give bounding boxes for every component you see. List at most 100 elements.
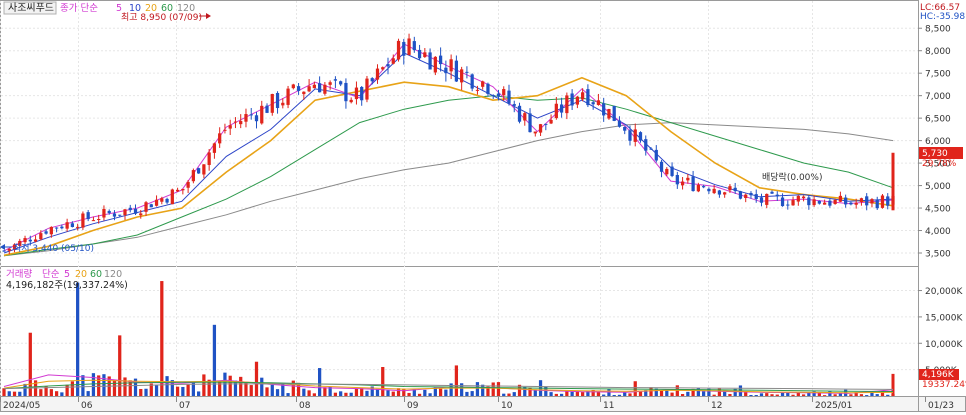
volume-bar xyxy=(554,393,558,396)
volume-bar xyxy=(686,391,690,396)
volume-last-pct: 19337.24% xyxy=(922,380,966,390)
x-tick-label: 08 xyxy=(299,401,311,411)
volume-bar xyxy=(623,392,627,396)
candle xyxy=(822,202,827,205)
volume-bar xyxy=(102,374,106,396)
volume-bar xyxy=(244,382,248,396)
x-tick-label: 2024/05 xyxy=(3,401,40,411)
candle xyxy=(154,199,159,206)
candle xyxy=(307,86,311,92)
candle xyxy=(128,207,132,211)
candle xyxy=(859,198,864,202)
volume-bar xyxy=(849,394,853,396)
volume-bar xyxy=(154,385,159,396)
volume-bar xyxy=(775,394,779,396)
volume-bar xyxy=(381,367,385,396)
candle xyxy=(602,103,606,116)
candle xyxy=(454,60,459,82)
price-tick-label: 4,500 xyxy=(925,205,951,215)
candle xyxy=(670,166,674,176)
candle xyxy=(759,197,764,203)
volume-bar xyxy=(738,385,743,396)
candle xyxy=(228,125,232,129)
candle xyxy=(812,199,816,206)
volume-bar xyxy=(2,388,6,396)
volume-bar xyxy=(407,392,411,396)
volume-bar xyxy=(617,394,622,396)
candle xyxy=(381,67,385,70)
last-price: 5,730 xyxy=(922,149,948,159)
candle xyxy=(265,105,269,113)
volume-bar xyxy=(186,384,190,396)
candle xyxy=(81,213,85,228)
price-tick-label: 6,500 xyxy=(925,115,951,125)
candle xyxy=(633,129,637,142)
candle xyxy=(528,113,532,133)
volume-tick-label: 10,000K xyxy=(925,340,963,350)
candle xyxy=(91,220,96,222)
volume-bar xyxy=(76,282,80,396)
candle xyxy=(449,59,453,72)
volume-ma-header: 단순 xyxy=(42,269,60,280)
candle xyxy=(139,213,143,216)
dividend-annotation: 배당락(0.00%) xyxy=(762,171,822,183)
candle xyxy=(465,71,469,73)
candle xyxy=(23,238,27,243)
candle xyxy=(817,200,821,204)
volume-bar xyxy=(123,377,127,396)
candle xyxy=(328,82,332,85)
volume-ma-60: 60 xyxy=(90,269,102,280)
volume-bar xyxy=(144,388,148,396)
candle xyxy=(628,130,632,141)
candle xyxy=(144,202,148,212)
volume-bar xyxy=(181,386,185,396)
candle xyxy=(170,189,174,205)
candle xyxy=(865,196,869,206)
candle xyxy=(70,223,75,228)
volume-bar xyxy=(391,391,395,396)
candle xyxy=(733,187,737,192)
x-tick-label: 01/23 xyxy=(928,401,954,411)
candle xyxy=(249,114,253,116)
volume-bar xyxy=(628,393,632,396)
candle xyxy=(712,188,716,194)
candle xyxy=(749,192,753,196)
volume-bar xyxy=(349,392,353,396)
candle xyxy=(360,87,364,101)
candle xyxy=(575,96,579,105)
x-tick-label: 11 xyxy=(603,401,614,411)
volume-bar xyxy=(239,376,243,396)
candle xyxy=(349,99,353,103)
candle xyxy=(244,114,248,122)
candle xyxy=(791,200,795,206)
candle xyxy=(491,95,495,97)
candle xyxy=(239,121,243,125)
volume-bar xyxy=(402,388,406,396)
candle xyxy=(723,192,727,195)
candle xyxy=(686,177,690,181)
candle xyxy=(844,197,848,205)
candle xyxy=(133,208,138,214)
volume-bar xyxy=(702,391,706,396)
candle xyxy=(207,152,211,165)
candle xyxy=(754,194,758,200)
volume-bar xyxy=(339,391,343,396)
price-tick-label: 6,000 xyxy=(925,137,951,147)
volume-ma-120: 120 xyxy=(104,269,122,280)
volume-bar xyxy=(454,365,459,396)
ma-header: 종가 단순 xyxy=(60,3,98,14)
candle xyxy=(33,239,38,242)
volume-tick-label: 20,000K xyxy=(925,287,963,297)
volume-bar xyxy=(49,389,53,396)
volume-bar xyxy=(765,393,769,396)
candle xyxy=(612,105,616,121)
candle xyxy=(707,188,711,192)
candle xyxy=(412,41,416,51)
volume-bar xyxy=(218,381,222,396)
x-tick-label: 07 xyxy=(179,401,190,411)
candle xyxy=(76,226,80,228)
stock-chart[interactable]: 3,5004,0004,5005,0005,5006,0006,5007,000… xyxy=(0,0,966,412)
candle xyxy=(870,199,874,204)
candle xyxy=(212,143,217,153)
candle xyxy=(565,95,569,114)
